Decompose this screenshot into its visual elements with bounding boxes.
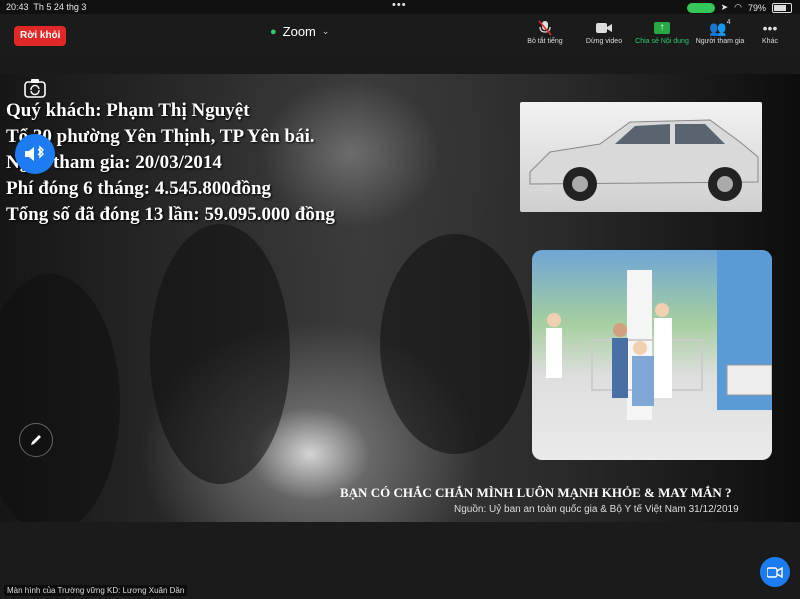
share-content-button[interactable]: ↑ Chia sẻ Nội dung	[632, 18, 692, 45]
customer-info: Quý khách: Phạm Thị Nguyệt Tổ 30 phường …	[6, 98, 335, 228]
video-icon	[767, 566, 783, 578]
location-icon: ➤	[720, 2, 729, 12]
screen-owner-label: Màn hình của Trường vững KD: Lương Xuân …	[4, 585, 188, 596]
status-bar: 20:43 Th 5 24 thg 3 ••• ➤ ◠ 79%	[0, 0, 800, 14]
chevron-down-icon: ⌄	[321, 26, 330, 36]
bottom-bar: Màn hình của Trường vững KD: Lương Xuân …	[0, 522, 800, 599]
meeting-toolbar: Rời khỏi ● Zoom ⌄ Bỏ tắt tiếng Dừng vide…	[0, 14, 800, 54]
bluetooth-audio-icon	[25, 145, 44, 161]
battery-icon	[772, 2, 792, 13]
status-time: 20:43 Th 5 24 thg 3	[6, 2, 87, 12]
surgeon-figure	[150, 224, 290, 484]
surgeon-figure	[380, 234, 530, 454]
audio-output-button[interactable]	[15, 134, 55, 174]
battery-percent: 79%	[747, 2, 766, 13]
video-camera-icon	[574, 18, 634, 38]
wifi-icon: ◠	[734, 2, 742, 12]
hospital-photo	[532, 250, 772, 460]
info-line: Quý khách: Phạm Thị Nguyệt	[6, 100, 250, 121]
annotate-button[interactable]	[19, 423, 53, 457]
slide-caption: BẠN CÓ CHẮC CHẮN MÌNH LUÔN MẠNH KHỎE & M…	[340, 485, 732, 500]
status-right: ➤ ◠ 79%	[686, 2, 792, 13]
participants-count: 4	[726, 18, 731, 26]
share-arrow-icon: ↑	[654, 22, 670, 34]
crashed-car-image	[520, 102, 762, 212]
mute-mic-icon	[515, 18, 575, 38]
stop-video-button[interactable]: Dừng video	[574, 18, 634, 45]
multitasking-dots[interactable]: •••	[392, 0, 407, 11]
shield-icon: ●	[270, 25, 277, 38]
call-indicator	[686, 2, 715, 13]
camera-flip-icon[interactable]	[23, 77, 47, 99]
video-floating-button[interactable]	[760, 557, 790, 587]
slide-source: Nguồn: Uỷ ban an toàn quốc gia & Bộ Y tế…	[454, 504, 739, 515]
leave-button[interactable]: Rời khỏi	[14, 26, 67, 46]
participants-icon: 👥	[709, 19, 727, 36]
info-line: Ngày tham gia: 20/03/2014	[6, 152, 222, 173]
meeting-title[interactable]: ● Zoom ⌄	[270, 24, 329, 39]
unmute-button[interactable]: Bỏ tắt tiếng	[515, 18, 575, 45]
pencil-icon	[31, 435, 41, 445]
more-icon: •••	[762, 20, 778, 36]
info-line: Tổng số đã đóng 13 lần: 59.095.000 đồng	[6, 204, 335, 225]
info-line: Phí đóng 6 tháng: 4.545.800đồng	[6, 178, 272, 199]
more-button[interactable]: ••• Khác	[740, 18, 800, 45]
info-line: Tổ 30 phường Yên Thịnh, TP Yên bái.	[6, 126, 315, 147]
shared-screen: Quý khách: Phạm Thị Nguyệt Tổ 30 phường …	[0, 74, 800, 522]
